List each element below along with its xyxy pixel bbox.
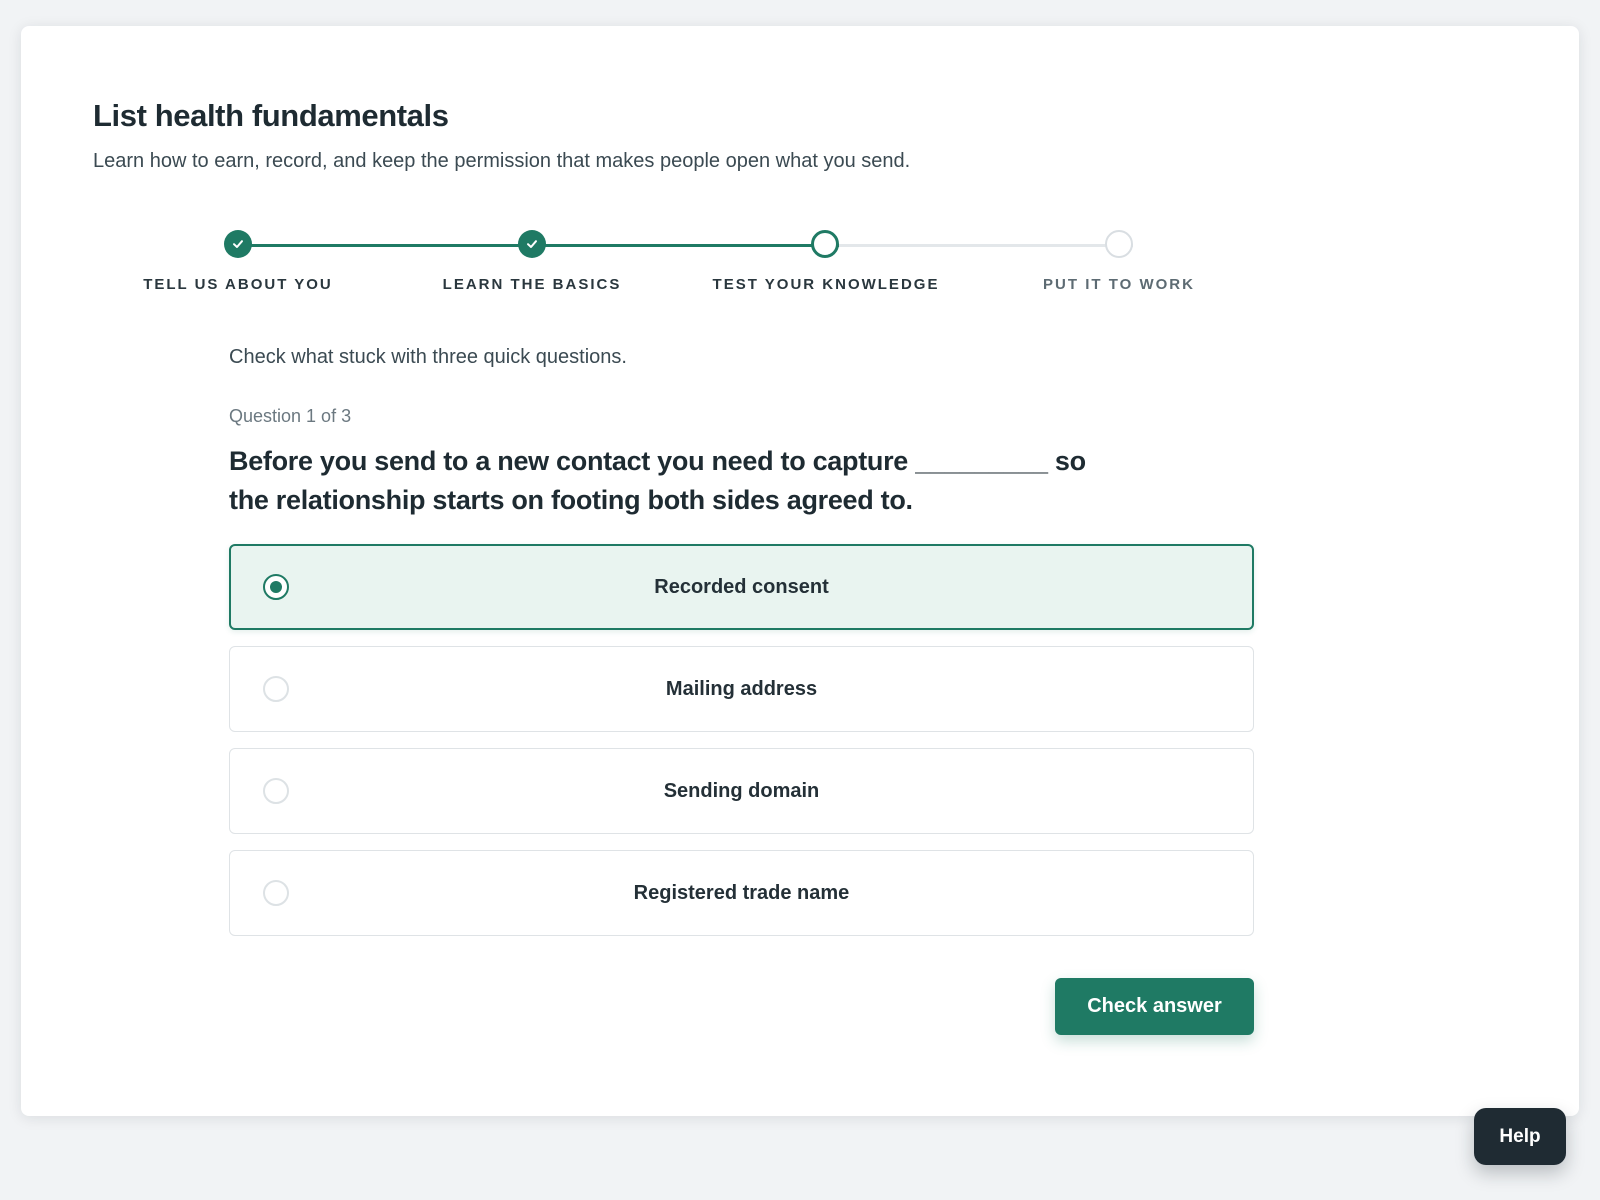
check-icon [233, 240, 243, 248]
answer-option-label: Sending domain [663, 779, 820, 802]
radio-selected-icon[interactable] [263, 574, 289, 600]
radio-empty-icon[interactable] [263, 676, 289, 702]
question-text: Before you send to a new contact you nee… [229, 446, 1086, 515]
answer-option-label: Registered trade name [633, 881, 850, 904]
stepper-track-1 [251, 244, 545, 247]
radio-empty-icon[interactable] [263, 880, 289, 906]
step-label-learn-the-basics: LEARN THE BASICS [442, 276, 622, 293]
step-4-node [1105, 230, 1133, 258]
answer-options: Recorded consent Mailing address Sending… [229, 544, 1254, 952]
quiz-intro: Check what stuck with three quick questi… [229, 346, 627, 368]
answer-option-label: Mailing address [665, 677, 818, 700]
answer-option-mailing-address[interactable]: Mailing address [229, 646, 1254, 732]
check-answer-button[interactable]: Check answer [1055, 978, 1254, 1035]
step-label-tell-us-about-you: TELL US ABOUT YOU [143, 276, 333, 293]
progress-stepper: TELL US ABOUT YOU LEARN THE BASICS TEST … [21, 26, 1579, 326]
check-icon [527, 240, 537, 248]
stepper-track-3 [839, 244, 1133, 247]
answer-option-label: Recorded consent [654, 575, 829, 598]
lesson-card: List health fundamentals Learn how to ea… [21, 26, 1579, 1116]
help-button[interactable]: Help [1474, 1108, 1566, 1165]
stepper-track-2 [545, 244, 839, 247]
answer-option-registered-trade-name[interactable]: Registered trade name [229, 850, 1254, 936]
step-label-put-it-to-work: PUT IT TO WORK [1043, 276, 1195, 293]
step-label-test-your-knowledge: TEST YOUR KNOWLEDGE [712, 276, 940, 293]
answer-option-recorded-consent[interactable]: Recorded consent [229, 544, 1254, 630]
question-counter: Question 1 of 3 [229, 406, 352, 426]
answer-option-sending-domain[interactable]: Sending domain [229, 748, 1254, 834]
step-1-node [224, 230, 252, 258]
radio-empty-icon[interactable] [263, 778, 289, 804]
step-2-node [518, 230, 546, 258]
step-3-node [811, 230, 839, 258]
